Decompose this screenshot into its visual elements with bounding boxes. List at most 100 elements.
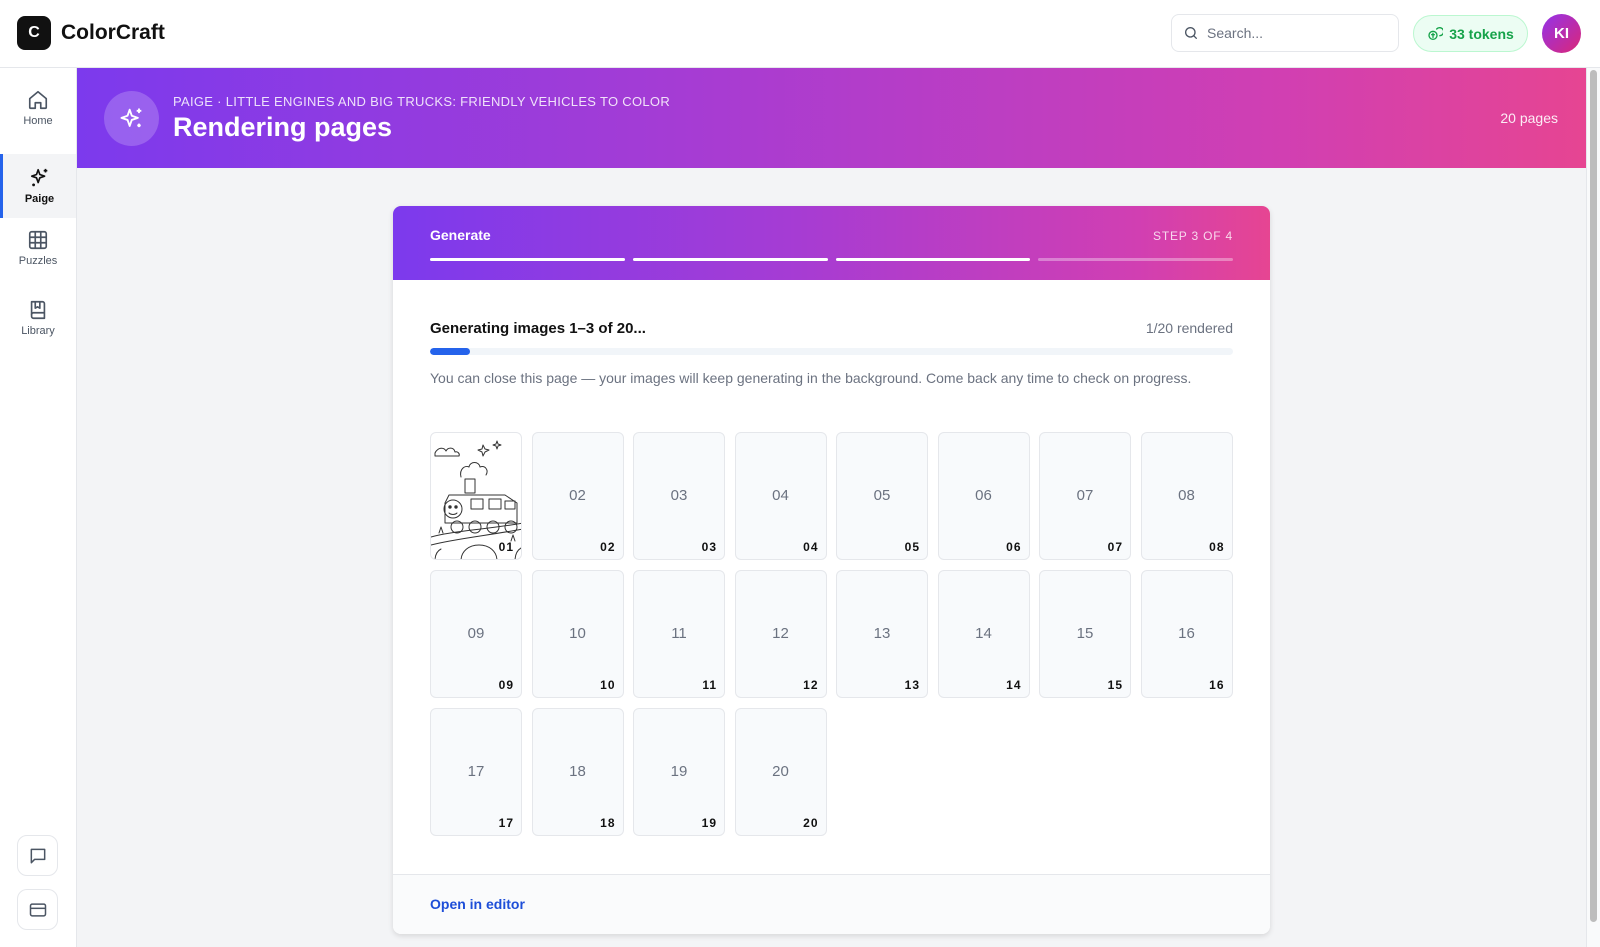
page-number-badge: 16 (1209, 678, 1225, 692)
page-placeholder-number: 08 (1178, 487, 1195, 504)
page-placeholder-number: 11 (671, 625, 687, 642)
page-number-badge: 10 (600, 678, 616, 692)
page-placeholder-number: 20 (772, 763, 789, 780)
page-tile[interactable]: 19 19 (633, 708, 725, 836)
page-tile[interactable]: 08 08 (1140, 432, 1233, 560)
page-placeholder-number: 06 (975, 487, 992, 504)
step-segment (835, 258, 1031, 261)
page-tile[interactable]: 01 (430, 432, 522, 560)
step-count: STEP 3 OF 4 (1153, 229, 1233, 243)
home-icon (28, 90, 48, 110)
billing-button[interactable] (17, 889, 58, 930)
page-tile[interactable]: 07 07 (1039, 432, 1131, 560)
progress-bar (430, 348, 1233, 355)
page-placeholder-number: 10 (569, 625, 586, 642)
search-box[interactable] (1171, 14, 1399, 52)
book-icon (30, 300, 46, 320)
page-number-badge: 14 (1006, 678, 1022, 692)
sparkles-icon (30, 168, 47, 187)
page-placeholder-number: 02 (569, 487, 586, 504)
app-name: ColorCraft (61, 21, 165, 44)
page-number-badge: 03 (701, 540, 717, 554)
page-tile[interactable]: 15 15 (1039, 570, 1131, 698)
wizard-footer: Open in editor (393, 874, 1270, 934)
header-icon (104, 91, 159, 146)
page-tile[interactable]: 20 20 (734, 708, 827, 836)
user-avatar[interactable]: KI (1542, 14, 1581, 53)
sidebar-item-puzzles[interactable]: Puzzles (0, 216, 76, 280)
page-tile[interactable]: 13 13 (836, 570, 928, 698)
page-tile[interactable]: 12 12 (734, 570, 827, 698)
page-placeholder-number: 12 (772, 625, 789, 642)
page-placeholder-number: 03 (670, 487, 688, 504)
step-label: Generate (430, 227, 491, 243)
page-placeholder-number: 16 (1178, 625, 1195, 642)
page-tile[interactable]: 06 06 (937, 432, 1030, 560)
card-icon (29, 902, 46, 917)
wizard-card: Generate STEP 3 OF 4 Generating images 1… (393, 206, 1270, 934)
page-number-badge: 12 (803, 678, 819, 692)
open-editor-link[interactable]: Open in editor (430, 896, 525, 912)
background-note: You can close this page — your images wi… (430, 370, 1192, 386)
page-placeholder-number: 07 (1076, 487, 1094, 504)
progress-fill (430, 348, 471, 355)
page-number-badge: 18 (600, 816, 616, 830)
breadcrumb: PAIGE · LITTLE ENGINES AND BIG TRUCKS: F… (173, 94, 671, 109)
page-number-badge: 07 (1107, 540, 1123, 554)
page-number-badge: 15 (1107, 678, 1123, 692)
page-number-badge: 09 (498, 678, 514, 692)
page-placeholder-number: 14 (975, 625, 992, 642)
page-number-badge: 05 (904, 540, 920, 554)
search-input[interactable] (1207, 25, 1387, 41)
scrollbar-thumb[interactable] (1590, 70, 1597, 922)
brand[interactable]: C ColorCraft (17, 16, 165, 50)
page-tile[interactable]: 16 16 (1140, 570, 1233, 698)
sidebar-item-library[interactable]: Library (0, 286, 76, 350)
page-tile[interactable]: 02 02 (531, 432, 624, 560)
page-title: Rendering pages (173, 112, 393, 142)
page-number-badge: 02 (600, 540, 616, 554)
page-placeholder-number: 05 (873, 487, 891, 504)
page-tile[interactable]: 18 18 (531, 708, 624, 836)
page-tile[interactable]: 03 03 (633, 432, 725, 560)
page-tile[interactable]: 09 09 (430, 570, 522, 698)
page-placeholder-number: 18 (569, 763, 586, 780)
page-tile[interactable]: 17 17 (430, 708, 522, 836)
chat-button[interactable] (17, 835, 58, 876)
top-bar: C ColorCraft 33 tokens KI (0, 0, 1600, 68)
page-placeholder-number: 15 (1076, 625, 1094, 642)
chat-icon (30, 848, 45, 863)
scrollbar[interactable] (1586, 68, 1600, 947)
page-placeholder-number: 13 (873, 625, 891, 642)
sidebar-item-paige[interactable]: Paige (0, 154, 76, 218)
sparkles-icon (120, 108, 141, 127)
page-tile[interactable]: 14 14 (937, 570, 1030, 698)
page-number-badge: 17 (498, 816, 514, 830)
page-placeholder-number: 17 (467, 763, 485, 780)
tokens-label: 33 tokens (1449, 25, 1514, 42)
wizard-header: Generate STEP 3 OF 4 (393, 206, 1270, 280)
page-tile[interactable]: 10 10 (531, 570, 624, 698)
page-grid: 01 02 02 03 03 04 04 05 05 06 06 07 07 08 08 09 09 10 10 11… (430, 432, 1242, 836)
page-number-badge: 04 (803, 540, 819, 554)
sidebar-item-label: Paige (24, 193, 55, 205)
rendered-count: 1/20 rendered (1145, 320, 1233, 336)
page-tile[interactable]: 04 04 (734, 432, 827, 560)
page-header: PAIGE · LITTLE ENGINES AND BIG TRUCKS: F… (77, 68, 1586, 168)
page-number-badge: 08 (1209, 540, 1225, 554)
page-placeholder-number: 19 (670, 763, 688, 780)
sidebar-item-label: Home (23, 115, 53, 127)
page-tile[interactable]: 05 05 (836, 432, 928, 560)
step-segment (1038, 258, 1233, 261)
page-number-badge: 06 (1006, 540, 1022, 554)
sidebar: Home Paige Puzzles Library (0, 68, 77, 947)
grid-icon (28, 230, 48, 250)
page-number-badge: 20 (803, 816, 819, 830)
page-number-badge: 01 (498, 540, 514, 554)
tokens-badge[interactable]: 33 tokens (1413, 15, 1528, 52)
page-number-badge: 11 (702, 678, 717, 692)
app-logo: C (17, 16, 51, 50)
generation-status: Generating images 1–3 of 20... (430, 320, 646, 337)
page-tile[interactable]: 11 11 (633, 570, 725, 698)
sidebar-item-home[interactable]: Home (0, 76, 76, 140)
